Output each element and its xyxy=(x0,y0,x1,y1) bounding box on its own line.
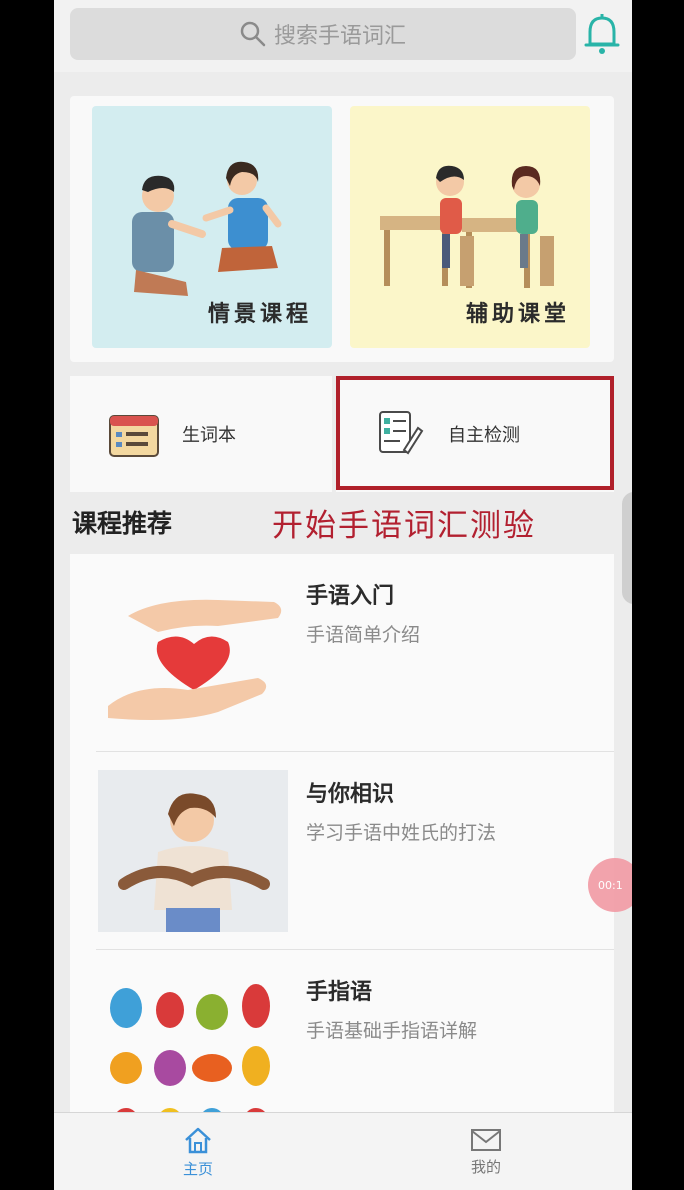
highlight-box xyxy=(336,376,614,490)
section-title: 课程推荐 xyxy=(72,509,173,538)
nav-mine-label: 我的 xyxy=(470,1157,501,1176)
annotation-text: 开始手语词汇测验 xyxy=(272,508,536,544)
vocabulary-book-label: 生词本 xyxy=(182,425,236,446)
course-desc: 学习手语中姓氏的打法 xyxy=(306,822,497,844)
search-bar[interactable]: 搜索手语词汇 xyxy=(70,8,576,60)
course-title: 手语入门 xyxy=(306,584,395,609)
top-bar: 搜索手语词汇 xyxy=(54,0,632,72)
phone-screen: 搜索手语词汇 情景课程 辅助课堂 生词本 自主检测 课程推荐 开始手语词汇测验 … xyxy=(54,0,632,1190)
nav-home[interactable]: 主页 xyxy=(138,1113,258,1190)
course-title: 手指语 xyxy=(306,980,373,1005)
banner-scenario-course[interactable]: 情景课程 xyxy=(92,106,332,348)
banner-label: 情景课程 xyxy=(207,302,312,327)
nav-home-label: 主页 xyxy=(182,1159,213,1178)
course-item-fingerspelling[interactable]: 手指语 手语基础手指语详解 xyxy=(70,950,614,1114)
vocabulary-book-button[interactable]: 生词本 xyxy=(70,376,332,492)
home-icon xyxy=(185,1127,211,1153)
banner-panel: 情景课程 辅助课堂 xyxy=(70,96,614,362)
heart-hands-thumbnail xyxy=(108,599,282,720)
bell-icon[interactable] xyxy=(582,12,622,56)
person-heart-thumbnail xyxy=(98,770,288,932)
course-item-intro[interactable]: 手语入门 手语简单介绍 xyxy=(70,554,614,752)
search-placeholder: 搜索手语词汇 xyxy=(273,24,406,49)
calendar-icon xyxy=(109,415,159,457)
bottom-nav: 主页 我的 xyxy=(54,1112,632,1190)
banner-label: 辅助课堂 xyxy=(465,302,570,327)
nav-mine[interactable]: 我的 xyxy=(426,1113,546,1190)
course-item-meet[interactable]: 与你相识 学习手语中姓氏的打法 xyxy=(70,752,614,950)
search-icon xyxy=(240,21,266,47)
mail-icon xyxy=(471,1128,501,1151)
course-desc: 手语基础手指语详解 xyxy=(306,1020,478,1042)
timer-text: 00:1 xyxy=(598,878,623,892)
course-list: 手语入门 手语简单介绍 与你相识 学习手语中姓氏的打法 手指语 手语基础手指语详… xyxy=(70,554,614,1114)
course-desc: 手语简单介绍 xyxy=(306,624,421,646)
hand-signs-thumbnail xyxy=(110,984,270,1114)
course-title: 与你相识 xyxy=(306,782,395,807)
banner-assist-class[interactable]: 辅助课堂 xyxy=(350,106,590,348)
side-drawer-handle[interactable] xyxy=(622,492,632,604)
